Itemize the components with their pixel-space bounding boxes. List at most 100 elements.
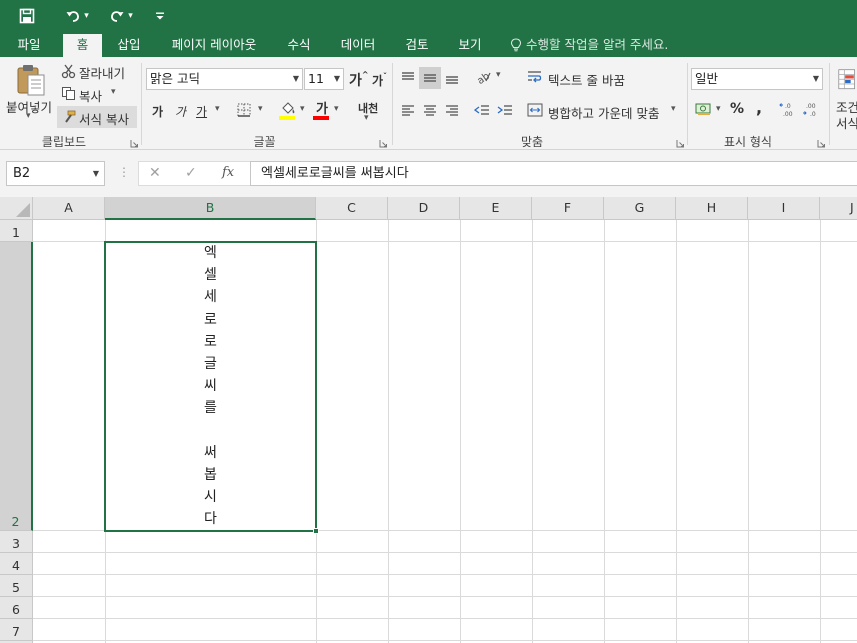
select-all-button[interactable] [0, 197, 33, 220]
copy-icon[interactable] [60, 85, 76, 101]
underline-button[interactable]: 가 [196, 103, 207, 120]
chevron-down-icon[interactable]: ▾ [334, 104, 339, 114]
chevron-down-icon: ▾ [128, 11, 133, 21]
customize-quick-access-button[interactable] [152, 4, 168, 28]
orientation-icon[interactable]: ab [472, 67, 494, 87]
dialog-launcher-icon[interactable] [379, 137, 388, 148]
dialog-launcher-icon[interactable] [130, 137, 139, 148]
increase-decimal-icon[interactable]: .0.00 [779, 100, 799, 118]
increase-indent-icon[interactable] [495, 101, 515, 119]
alignment-group-label: 맞춤 [520, 135, 544, 149]
column-header-j[interactable]: J [820, 197, 857, 220]
paste-button[interactable] [14, 63, 48, 97]
tab-review[interactable]: 검토 [396, 33, 438, 57]
column-header-b[interactable]: B [105, 197, 316, 220]
row-header-3[interactable]: 3 [0, 531, 33, 553]
chevron-down-icon[interactable]: ▾ [26, 111, 31, 121]
chevron-down-icon[interactable]: ▾ [300, 104, 305, 114]
column-header-e[interactable]: E [460, 197, 532, 220]
align-middle-icon[interactable] [420, 68, 440, 88]
row-header-7[interactable]: 7 [0, 619, 33, 641]
cut-icon[interactable] [60, 63, 76, 79]
chevron-down-icon[interactable]: ▾ [364, 113, 369, 123]
column-header-i[interactable]: I [748, 197, 820, 220]
percent-button[interactable]: % [730, 101, 744, 117]
row-header-5[interactable]: 5 [0, 575, 33, 597]
chevron-down-icon[interactable]: ▾ [111, 87, 116, 97]
font-size-select[interactable]: 11 ▼ [304, 68, 344, 90]
align-top-icon[interactable] [398, 67, 418, 87]
format-painter-button[interactable]: 서식 복사 [79, 109, 129, 128]
copy-button[interactable]: 복사 [79, 86, 102, 105]
row-header-6[interactable]: 6 [0, 597, 33, 619]
column-header-f[interactable]: F [532, 197, 604, 220]
tab-data[interactable]: 데이터 [330, 33, 386, 57]
conditional-formatting-icon[interactable] [838, 63, 857, 97]
font-name-select[interactable]: 맑은 고딕 ▼ [146, 68, 303, 90]
redo-icon [111, 11, 124, 22]
chevron-down-icon[interactable]: ▾ [258, 104, 263, 114]
row-header-1[interactable]: 1 [0, 220, 33, 242]
gridline [33, 618, 857, 619]
decrease-decimal-icon[interactable]: .00.0 [802, 100, 822, 118]
chevron-down-icon[interactable]: ▾ [496, 70, 501, 80]
borders-icon[interactable] [236, 102, 252, 118]
decrease-indent-icon[interactable] [472, 101, 492, 119]
cancel-button[interactable]: ✕ [149, 165, 161, 181]
conditional-formatting-label-2[interactable]: 서식 [836, 113, 857, 132]
column-header-a[interactable]: A [33, 197, 105, 220]
bold-button[interactable]: 가 [152, 103, 163, 120]
column-header-h[interactable]: H [676, 197, 748, 220]
tab-formulas[interactable]: 수식 [278, 33, 320, 57]
customize-icon [156, 12, 164, 20]
wrap-text-button[interactable]: 텍스트 줄 바꿈 [548, 70, 625, 89]
tab-view[interactable]: 보기 [448, 33, 492, 57]
fill-color-button[interactable] [278, 99, 298, 121]
increase-font-size-button[interactable]: 가^ [349, 70, 369, 90]
gridline [33, 574, 857, 575]
chevron-down-icon[interactable]: ▾ [716, 104, 721, 114]
currency-icon[interactable] [694, 100, 714, 118]
enter-button[interactable]: ✓ [185, 165, 197, 181]
row-header-4[interactable]: 4 [0, 553, 33, 575]
gridline [33, 552, 857, 553]
chevron-down-icon[interactable]: ▾ [671, 104, 676, 114]
comma-button[interactable]: , [756, 98, 762, 117]
chevron-down-icon[interactable]: ▾ [215, 104, 220, 114]
column-header-c[interactable]: C [316, 197, 388, 220]
tell-me-box[interactable]: 수행할 작업을 알려 주세요. [510, 33, 668, 57]
save-button[interactable] [16, 4, 38, 28]
tab-page-layout[interactable]: 페이지 레이아웃 [160, 33, 268, 57]
formula-bar-grip-icon[interactable]: ⋮ [118, 165, 130, 179]
italic-button[interactable]: 가 [175, 103, 186, 120]
column-header-d[interactable]: D [388, 197, 460, 220]
number-format-select[interactable]: 일반 ▼ [691, 68, 823, 90]
align-bottom-icon[interactable] [442, 69, 462, 89]
tab-home[interactable]: 홈 [63, 34, 102, 57]
merge-center-button[interactable]: 병합하고 가운데 맞춤 [548, 103, 659, 122]
align-center-icon[interactable] [420, 101, 440, 119]
column-header-g[interactable]: G [604, 197, 676, 220]
chevron-down-icon: ▼ [812, 74, 819, 83]
cut-button[interactable]: 잘라내기 [79, 63, 125, 82]
dialog-launcher-icon[interactable] [676, 137, 685, 148]
undo-button[interactable]: ▾ [60, 4, 94, 28]
merge-center-icon[interactable] [526, 101, 544, 119]
align-left-icon[interactable] [398, 101, 418, 119]
decrease-font-size-button[interactable]: 가ˇ [372, 72, 387, 89]
name-box[interactable]: B2 ▼ [6, 161, 105, 186]
formula-input[interactable]: 엑셀세로로글씨를 써봅시다 [250, 161, 857, 186]
row-header-2[interactable]: 2 [0, 242, 33, 531]
font-color-button[interactable]: 가 [312, 99, 332, 121]
tab-file[interactable]: 파일 [6, 33, 52, 57]
redo-button[interactable]: ▾ [104, 4, 138, 28]
insert-function-button[interactable]: fx [222, 165, 234, 180]
wrap-text-icon[interactable] [526, 68, 544, 86]
tab-insert[interactable]: 삽입 [107, 33, 151, 57]
chevron-down-icon: ▼ [333, 74, 340, 83]
align-right-icon[interactable] [442, 101, 462, 119]
svg-text:.0: .0 [785, 103, 791, 110]
dialog-launcher-icon[interactable] [817, 137, 826, 148]
fill-color-swatch [279, 116, 295, 120]
format-painter-icon[interactable] [61, 109, 77, 125]
